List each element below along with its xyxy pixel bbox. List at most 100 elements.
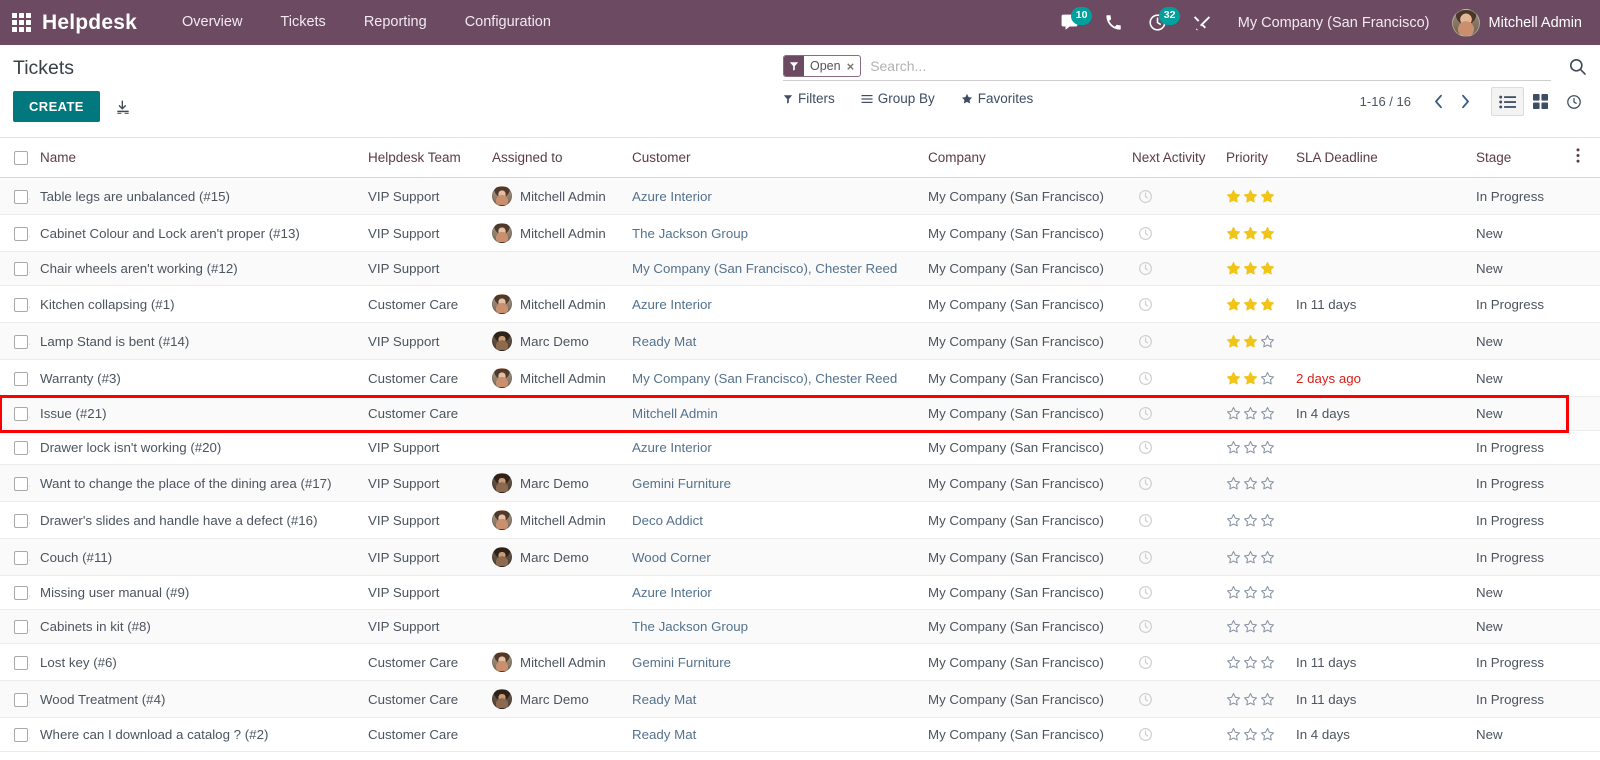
app-brand-helpdesk[interactable]: Helpdesk: [42, 11, 137, 35]
table-row[interactable]: Chair wheels aren't working (#12) VIP Sup…: [0, 251, 1600, 286]
create-button[interactable]: CREATE: [13, 91, 100, 122]
cell-priority[interactable]: [1220, 177, 1290, 215]
cell-next-activity[interactable]: [1126, 680, 1220, 718]
table-row[interactable]: Lost key (#6) Customer Care Mitchell Admin…: [0, 643, 1600, 681]
cell-priority[interactable]: [1220, 214, 1290, 252]
filters-dropdown[interactable]: Filters: [783, 91, 835, 106]
messages-menu-button[interactable]: 10: [1047, 0, 1093, 45]
row-checkbox[interactable]: [14, 262, 28, 277]
next-activity-clock-icon[interactable]: [1138, 692, 1153, 707]
cell-name[interactable]: Want to change the place of the dining a…: [30, 464, 362, 502]
priority-star-icon[interactable]: [1243, 692, 1258, 707]
column-header-company[interactable]: Company: [922, 138, 1126, 178]
priority-star-icon[interactable]: [1243, 261, 1258, 276]
row-checkbox[interactable]: [14, 692, 28, 707]
table-row[interactable]: Missing user manual (#9) VIP Support Azure…: [0, 575, 1600, 610]
next-activity-clock-icon[interactable]: [1138, 189, 1153, 204]
priority-star-icon[interactable]: [1260, 334, 1275, 349]
priority-star-icon[interactable]: [1260, 727, 1275, 742]
priority-star-icon[interactable]: [1243, 189, 1258, 204]
cell-customer[interactable]: Gemini Furniture: [626, 464, 922, 502]
cell-next-activity[interactable]: [1126, 717, 1220, 752]
next-activity-clock-icon[interactable]: [1138, 334, 1153, 349]
priority-stars[interactable]: [1226, 655, 1284, 670]
cell-customer[interactable]: Deco Addict: [626, 501, 922, 539]
customer-link[interactable]: Ready Mat: [632, 334, 696, 349]
cell-next-activity[interactable]: [1126, 251, 1220, 286]
priority-star-icon[interactable]: [1260, 476, 1275, 491]
customer-link[interactable]: Azure Interior: [632, 297, 712, 312]
group-by-dropdown[interactable]: Group By: [861, 91, 935, 106]
priority-star-icon[interactable]: [1226, 371, 1241, 386]
next-activity-clock-icon[interactable]: [1138, 655, 1153, 670]
next-activity-clock-icon[interactable]: [1138, 585, 1153, 600]
cell-priority[interactable]: [1220, 396, 1290, 431]
priority-stars[interactable]: [1226, 406, 1284, 421]
cell-priority[interactable]: [1220, 285, 1290, 323]
table-row[interactable]: Drawer's slides and handle have a defect…: [0, 501, 1600, 539]
priority-star-icon[interactable]: [1226, 261, 1241, 276]
table-row[interactable]: Kitchen collapsing (#1) Customer Care Mitc…: [0, 285, 1600, 323]
customer-link[interactable]: Deco Addict: [632, 513, 703, 528]
cell-next-activity[interactable]: [1126, 285, 1220, 323]
priority-star-icon[interactable]: [1226, 226, 1241, 241]
company-switcher[interactable]: My Company (San Francisco): [1224, 15, 1444, 31]
row-checkbox[interactable]: [14, 476, 28, 491]
cell-customer[interactable]: Ready Mat: [626, 717, 922, 752]
priority-star-icon[interactable]: [1226, 440, 1241, 455]
activities-menu-button[interactable]: 32: [1135, 0, 1181, 45]
priority-stars[interactable]: [1226, 513, 1284, 528]
cell-next-activity[interactable]: [1126, 464, 1220, 502]
table-row[interactable]: Warranty (#3) Customer Care Mitchell Admin…: [0, 359, 1600, 397]
priority-star-icon[interactable]: [1243, 655, 1258, 670]
cell-name[interactable]: Couch (#11): [30, 538, 362, 576]
priority-star-icon[interactable]: [1260, 655, 1275, 670]
next-activity-clock-icon[interactable]: [1138, 476, 1153, 491]
priority-star-icon[interactable]: [1226, 189, 1241, 204]
cell-next-activity[interactable]: [1126, 643, 1220, 681]
priority-stars[interactable]: [1226, 371, 1284, 386]
search-input[interactable]: [868, 57, 1551, 75]
priority-stars[interactable]: [1226, 619, 1284, 634]
import-records-button[interactable]: [112, 96, 134, 118]
pager-next-button[interactable]: [1452, 92, 1479, 111]
column-header-helpdesk-team[interactable]: Helpdesk Team: [362, 138, 486, 178]
user-menu-button[interactable]: Mitchell Admin: [1444, 8, 1586, 37]
priority-stars[interactable]: [1226, 334, 1284, 349]
priority-stars[interactable]: [1226, 189, 1284, 204]
priority-star-icon[interactable]: [1260, 513, 1275, 528]
column-options-header[interactable]: [1570, 138, 1600, 178]
cell-priority[interactable]: [1220, 251, 1290, 286]
priority-star-icon[interactable]: [1226, 513, 1241, 528]
priority-star-icon[interactable]: [1226, 692, 1241, 707]
view-switch-activity[interactable]: [1557, 87, 1590, 116]
view-switch-list[interactable]: [1491, 87, 1524, 116]
column-header-customer[interactable]: Customer: [626, 138, 922, 178]
cell-name[interactable]: Where can I download a catalog ? (#2): [30, 717, 362, 752]
priority-star-icon[interactable]: [1260, 261, 1275, 276]
search-facet-remove-icon[interactable]: ×: [847, 59, 861, 74]
priority-star-icon[interactable]: [1226, 619, 1241, 634]
menu-item-configuration[interactable]: Configuration: [446, 0, 570, 45]
table-row[interactable]: Couch (#11) VIP Support Marc Demo Wood Corn…: [0, 538, 1600, 576]
column-header-name[interactable]: Name: [30, 138, 362, 178]
customer-link[interactable]: Ready Mat: [632, 727, 696, 742]
cell-name[interactable]: Drawer's slides and handle have a defect…: [30, 501, 362, 539]
priority-stars[interactable]: [1226, 476, 1284, 491]
cell-priority[interactable]: [1220, 464, 1290, 502]
cell-priority[interactable]: [1220, 430, 1290, 465]
next-activity-clock-icon[interactable]: [1138, 727, 1153, 742]
priority-star-icon[interactable]: [1243, 334, 1258, 349]
priority-stars[interactable]: [1226, 261, 1284, 276]
priority-star-icon[interactable]: [1260, 550, 1275, 565]
pager-previous-button[interactable]: [1425, 92, 1452, 111]
table-row[interactable]: Table legs are unbalanced (#15) VIP Suppo…: [0, 177, 1600, 215]
priority-stars[interactable]: [1226, 692, 1284, 707]
cell-next-activity[interactable]: [1126, 214, 1220, 252]
priority-star-icon[interactable]: [1243, 513, 1258, 528]
priority-star-icon[interactable]: [1260, 371, 1275, 386]
priority-star-icon[interactable]: [1243, 440, 1258, 455]
cell-name[interactable]: Warranty (#3): [30, 359, 362, 397]
customer-link[interactable]: Wood Corner: [632, 550, 711, 565]
cell-name[interactable]: Drawer lock isn't working (#20): [30, 430, 362, 465]
